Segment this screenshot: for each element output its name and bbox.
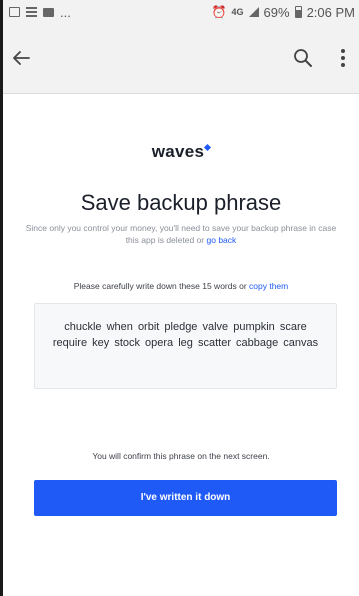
backup-phrase-box: chuckle when orbit pledge valve pumpkin …	[34, 303, 337, 389]
phone-frame: ... ⏰ 4G 69% 2:06 PM waves Save backup p…	[0, 0, 359, 596]
instruction: Please carefully write down these 15 wor…	[3, 281, 359, 291]
network-type: 4G	[231, 7, 244, 17]
waves-logo: waves	[3, 142, 359, 162]
confirm-hint: You will confirm this phrase on the next…	[92, 451, 270, 461]
app-bar	[3, 24, 359, 94]
video-icon	[43, 7, 54, 17]
status-ellipsis: ...	[60, 4, 71, 20]
clock: 2:06 PM	[306, 4, 355, 20]
search-icon	[294, 49, 312, 67]
page-title: Save backup phrase	[80, 190, 282, 215]
status-bar: ... ⏰ 4G 69% 2:06 PM	[3, 0, 359, 24]
subtitle: Since only you control your money, you'l…	[23, 222, 339, 246]
logo-text: waves	[151, 142, 205, 161]
logo-diamond-icon	[204, 143, 212, 152]
back-arrow-icon	[13, 51, 30, 65]
copy-them-link[interactable]: copy them	[249, 281, 288, 291]
more-options-button[interactable]	[333, 46, 353, 70]
status-left: ...	[9, 5, 212, 20]
status-right: ⏰ 4G 69% 2:06 PM	[212, 5, 355, 20]
alarm-icon: ⏰	[211, 5, 227, 19]
go-back-link[interactable]: go back	[207, 235, 237, 245]
signal-icon	[248, 7, 259, 17]
back-button[interactable]	[9, 46, 33, 70]
subtitle-text: Since only you control your money, you'l…	[25, 223, 337, 245]
battery-percent: 69%	[263, 4, 290, 20]
search-button[interactable]	[291, 46, 315, 70]
instruction-text: Please carefully write down these 15 wor…	[73, 281, 247, 291]
picture-icon	[9, 7, 20, 17]
written-it-down-button[interactable]: I've written it down	[34, 480, 337, 516]
more-vert-icon	[341, 49, 345, 53]
battery-icon	[294, 6, 302, 18]
list-icon	[26, 7, 37, 17]
